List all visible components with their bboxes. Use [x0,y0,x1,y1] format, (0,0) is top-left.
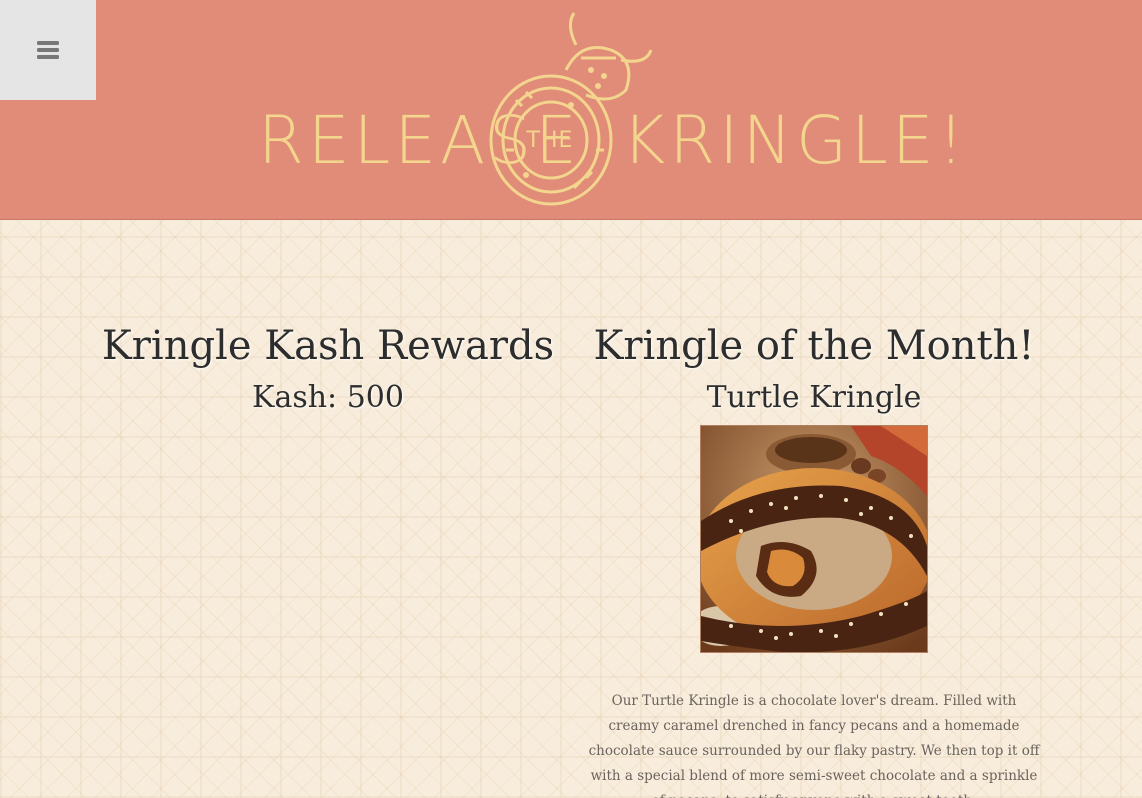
kringle-of-month-title: Kringle of the Month! [593,323,1035,369]
site-logo[interactable]: RELEASE THE KRINGLE! [258,10,964,210]
featured-product-description: Our Turtle Kringle is a chocolate lover'… [588,693,1040,798]
logo-text-the: THE [526,128,574,153]
rewards-section: Kringle Kash Rewards Kash: 500 [100,320,556,424]
menu-button[interactable] [0,0,96,100]
rewards-title: Kringle Kash Rewards [101,323,555,369]
turtle-kringle-photo [700,425,928,653]
kringle-of-month-section: Kringle of the Month! Turtle Kringle Our… [586,320,1042,798]
logo-text-kringle: KRINGLE! [622,102,969,179]
featured-product-name: Turtle Kringle [706,380,922,415]
hamburger-menu-icon [37,41,59,59]
kash-balance: Kash: 500 [252,380,404,415]
site-header: RELEASE THE KRINGLE! [0,0,1142,220]
